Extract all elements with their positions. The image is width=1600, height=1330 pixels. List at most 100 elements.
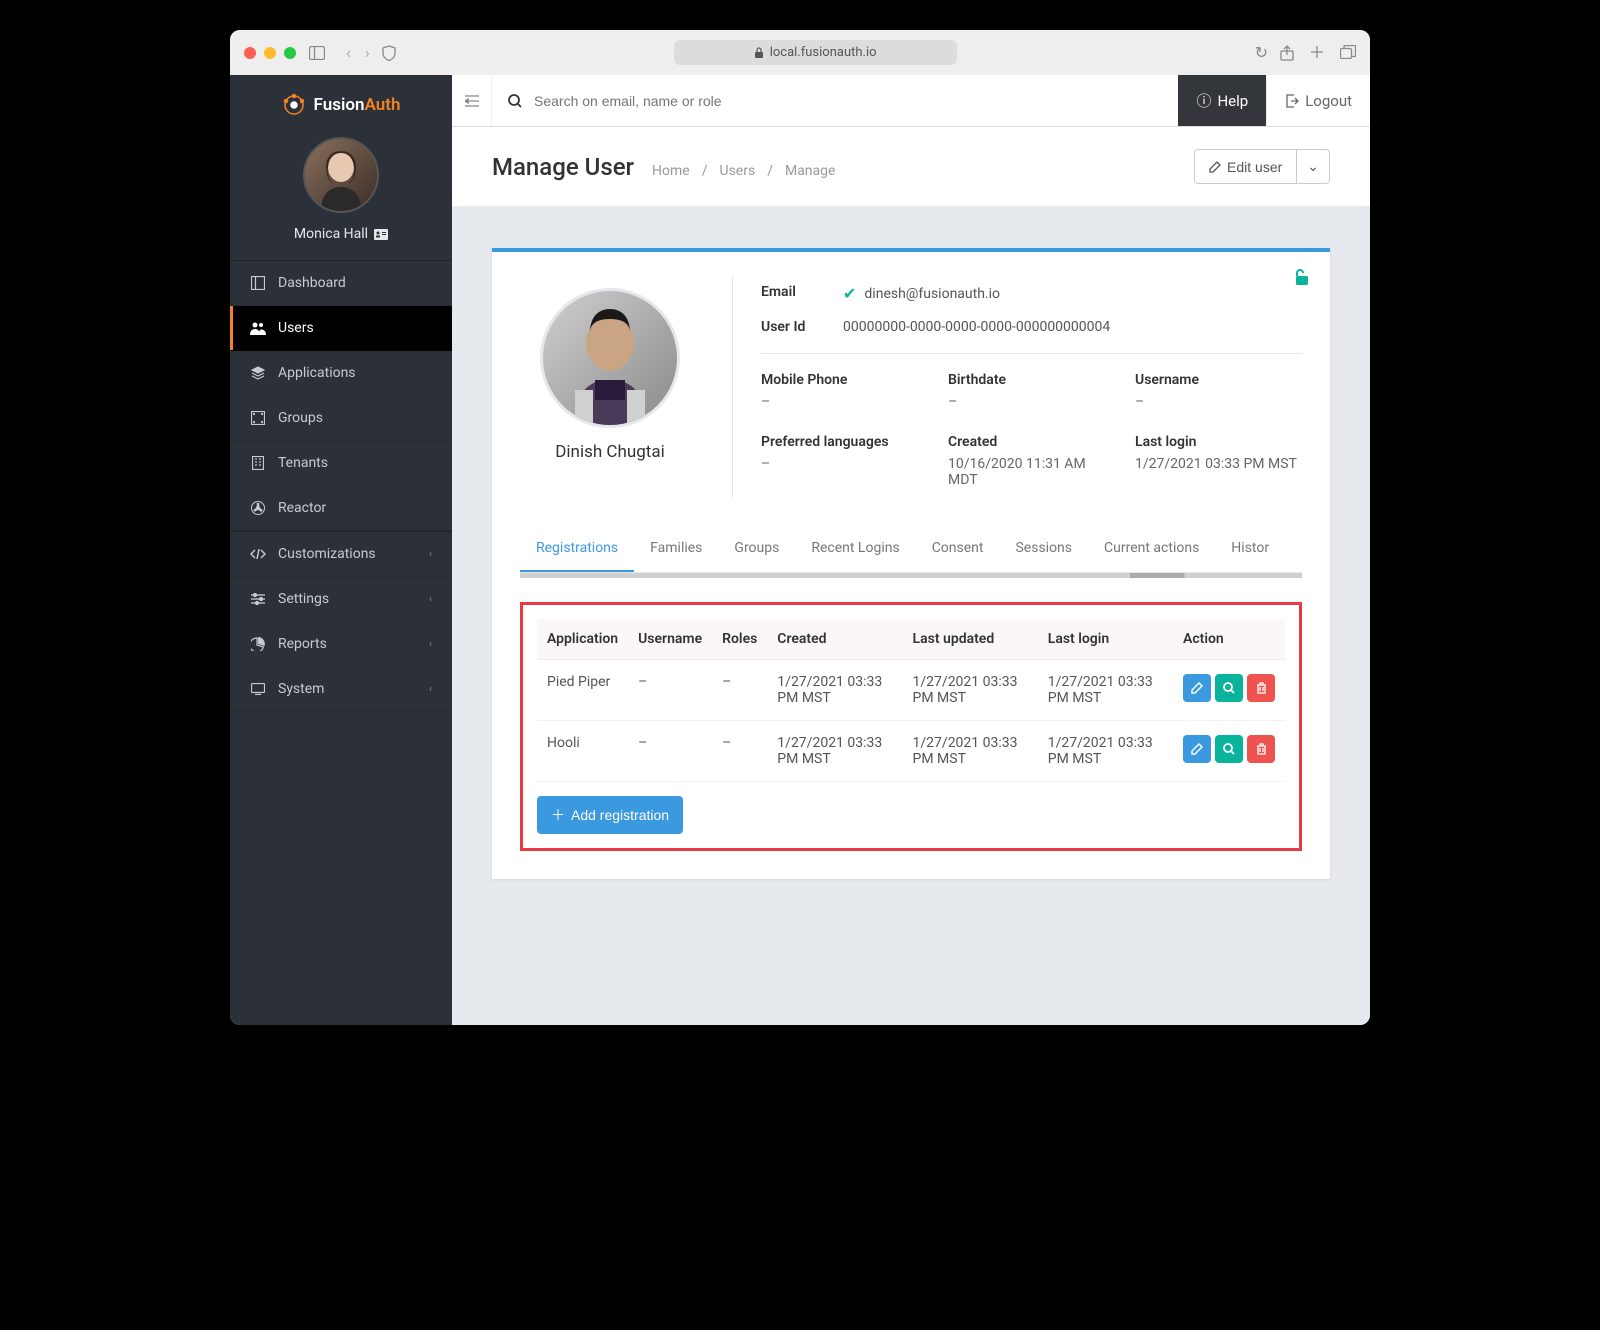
cell-created: 1/27/2021 03:33 PM MST	[767, 721, 902, 782]
add-registration-button[interactable]: ＋ Add registration	[537, 796, 683, 834]
tab-sessions[interactable]: Sessions	[999, 526, 1088, 572]
sliders-icon	[250, 591, 266, 607]
tabs: Registrations Families Groups Recent Log…	[520, 526, 1302, 573]
table-row: Hooli – – 1/27/2021 03:33 PM MST 1/27/20…	[537, 721, 1285, 782]
sidebar-item-tenants[interactable]: Tenants	[230, 441, 452, 486]
share-icon[interactable]	[1280, 45, 1294, 61]
current-user-name[interactable]: Monica Hall	[294, 226, 388, 242]
help-button[interactable]: ⓘ Help	[1178, 75, 1266, 126]
edit-registration-button[interactable]	[1183, 735, 1211, 763]
chrome-toolbar-left	[308, 46, 326, 60]
view-registration-button[interactable]	[1215, 735, 1243, 763]
userid-value: 00000000-0000-0000-0000-000000000004	[843, 319, 1110, 335]
username-label: Username	[1135, 372, 1302, 388]
crumb-manage: Manage	[785, 163, 835, 179]
tab-registrations[interactable]: Registrations	[520, 526, 634, 572]
cell-roles: –	[712, 721, 767, 782]
content-area: Dinish Chugtai Email ✔ dinesh@fusionauth…	[452, 206, 1370, 921]
crumb-home[interactable]: Home	[652, 163, 690, 179]
plus-icon: ＋	[551, 805, 565, 825]
sidebar-item-reactor[interactable]: Reactor	[230, 486, 452, 531]
address-bar[interactable]: local.fusionauth.io	[448, 40, 1183, 65]
chevron-down-icon: ⌄	[1307, 158, 1319, 175]
maximize-window-icon[interactable]	[284, 47, 296, 59]
th-last-updated: Last updated	[903, 619, 1038, 660]
brand[interactable]: FusionAuth	[230, 75, 452, 129]
back-icon[interactable]: ‹	[346, 43, 351, 62]
logout-icon	[1285, 94, 1299, 108]
user-avatar	[540, 288, 680, 428]
sidebar-collapse-button[interactable]	[452, 75, 492, 126]
birthdate-value: –	[948, 394, 1115, 410]
view-registration-button[interactable]	[1215, 674, 1243, 702]
users-icon	[250, 320, 266, 336]
cell-last-login: 1/27/2021 03:33 PM MST	[1038, 721, 1173, 782]
sidebar-item-reports[interactable]: Reports ‹	[230, 622, 452, 667]
user-info-column: Email ✔ dinesh@fusionauth.io User Id 000…	[732, 276, 1302, 498]
unlock-icon[interactable]	[1294, 268, 1310, 286]
chevron-left-icon: ‹	[429, 684, 432, 695]
crumb-users[interactable]: Users	[719, 163, 755, 179]
created-label: Created	[948, 434, 1115, 450]
lock-icon	[754, 47, 764, 59]
edit-user-button[interactable]: Edit user	[1194, 149, 1297, 184]
new-tab-icon[interactable]	[1310, 45, 1324, 61]
registrations-table: Application Username Roles Created Last …	[537, 619, 1285, 782]
table-row: Pied Piper – – 1/27/2021 03:33 PM MST 1/…	[537, 660, 1285, 721]
search-input[interactable]	[534, 93, 1162, 109]
tab-consent[interactable]: Consent	[916, 526, 1000, 572]
tabs-icon[interactable]	[1340, 45, 1356, 61]
tenants-icon	[250, 455, 266, 471]
minimize-window-icon[interactable]	[264, 47, 276, 59]
mobile-phone-value: –	[761, 394, 928, 410]
divider	[761, 353, 1302, 354]
edit-user-dropdown[interactable]: ⌄	[1297, 149, 1330, 184]
forward-icon[interactable]: ›	[365, 43, 370, 62]
cell-application: Hooli	[537, 721, 628, 782]
sidebar-item-settings[interactable]: Settings ‹	[230, 577, 452, 622]
cell-application: Pied Piper	[537, 660, 628, 721]
logout-button[interactable]: Logout	[1266, 75, 1370, 126]
app-container: FusionAuth Monica Hall Dashboard U	[230, 75, 1370, 1025]
th-username: Username	[628, 619, 712, 660]
last-login-label: Last login	[1135, 434, 1302, 450]
th-roles: Roles	[712, 619, 767, 660]
shield-icon[interactable]	[382, 45, 396, 61]
avatar[interactable]	[303, 137, 379, 213]
th-created: Created	[767, 619, 902, 660]
sidebar-item-applications[interactable]: Applications	[230, 351, 452, 396]
search-icon	[508, 94, 522, 108]
topbar: ⓘ Help Logout	[452, 75, 1370, 127]
sidebar-item-groups[interactable]: Groups	[230, 396, 452, 441]
cell-last-updated: 1/27/2021 03:33 PM MST	[903, 660, 1038, 721]
tab-groups[interactable]: Groups	[718, 526, 795, 572]
code-icon	[250, 546, 266, 562]
tab-recent-logins[interactable]: Recent Logins	[795, 526, 915, 572]
current-user-profile: Monica Hall	[230, 129, 452, 260]
pie-chart-icon	[250, 636, 266, 652]
sidebar-toggle-icon[interactable]	[308, 46, 326, 60]
delete-registration-button[interactable]	[1247, 735, 1275, 763]
th-last-login: Last login	[1038, 619, 1173, 660]
delete-registration-button[interactable]	[1247, 674, 1275, 702]
close-window-icon[interactable]	[244, 47, 256, 59]
th-action: Action	[1173, 619, 1285, 660]
sidebar-item-users[interactable]: Users	[230, 306, 452, 351]
browser-window: ‹ › local.fusionauth.io ↻ FusionAuth	[230, 30, 1370, 1025]
reload-icon[interactable]: ↻	[1255, 43, 1268, 62]
tab-current-actions[interactable]: Current actions	[1088, 526, 1215, 572]
edit-icon	[1209, 161, 1221, 173]
main-content: ⓘ Help Logout Manage User Home/ Users/ M…	[452, 75, 1370, 1025]
applications-icon	[250, 365, 266, 381]
brand-name: FusionAuth	[314, 95, 401, 115]
chrome-toolbar-right	[1280, 45, 1356, 61]
tab-history[interactable]: Histor	[1215, 526, 1285, 572]
sidebar-item-system[interactable]: System ‹	[230, 667, 452, 712]
nav-arrows: ‹ ›	[346, 43, 370, 62]
monitor-icon	[250, 681, 266, 697]
sidebar-item-dashboard[interactable]: Dashboard	[230, 261, 452, 306]
edit-registration-button[interactable]	[1183, 674, 1211, 702]
sidebar-item-customizations[interactable]: Customizations ‹	[230, 532, 452, 577]
tab-families[interactable]: Families	[634, 526, 718, 572]
tabs-scrollbar[interactable]	[520, 573, 1302, 578]
